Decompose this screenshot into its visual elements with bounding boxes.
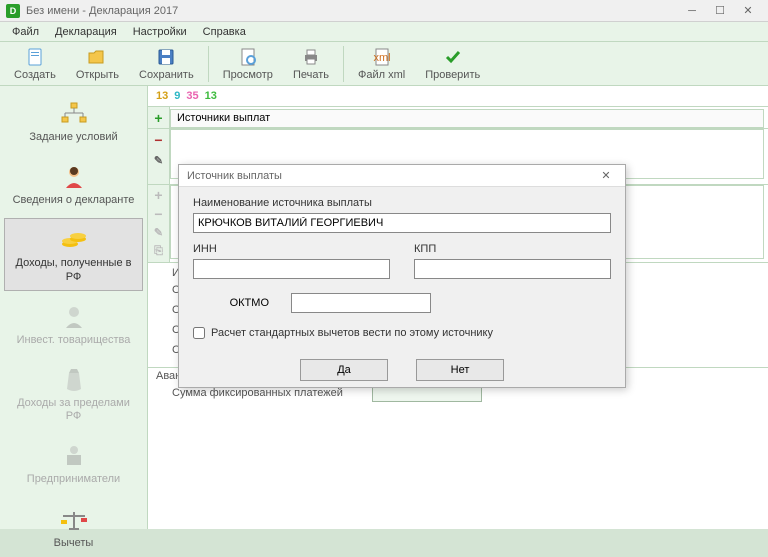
payment-source-dialog: Источник выплаты ✕ Наименование источник…	[178, 164, 626, 388]
sidebar-invest[interactable]: Инвест. товарищества	[4, 295, 143, 354]
window-title: Без имени - Декларация 2017	[26, 5, 678, 17]
menu-settings[interactable]: Настройки	[125, 24, 195, 40]
std-deduction-label: Расчет стандартных вычетов вести по этом…	[211, 327, 493, 339]
sidebar-conditions[interactable]: Задание условий	[4, 92, 143, 151]
xml-file-icon: xml	[371, 46, 393, 68]
toolbar-separator	[208, 46, 209, 82]
rate-35[interactable]: 35	[186, 90, 198, 102]
kpp-input[interactable]	[414, 259, 611, 279]
edit-source-button[interactable]: ✎	[150, 151, 168, 169]
menu-help[interactable]: Справка	[195, 24, 254, 40]
invest-icon	[57, 302, 91, 332]
rate-13b[interactable]: 13	[205, 90, 217, 102]
rate-9[interactable]: 9	[174, 90, 180, 102]
toolbar-create[interactable]: Создать	[4, 44, 66, 83]
source-name-label: Наименование источника выплаты	[193, 197, 611, 209]
new-file-icon	[24, 46, 46, 68]
dialog-yes-button[interactable]: Да	[300, 359, 388, 381]
print-icon	[300, 46, 322, 68]
close-button[interactable]: ✕	[734, 2, 762, 20]
toolbar-separator	[343, 46, 344, 82]
add-source-button[interactable]: +	[150, 109, 168, 126]
toolbar: Создать Открыть Сохранить Просмотр Печат…	[0, 42, 768, 86]
inn-label: ИНН	[193, 243, 390, 255]
app-icon: D	[6, 4, 20, 18]
rate-13[interactable]: 13	[156, 90, 168, 102]
menu-file[interactable]: Файл	[4, 24, 47, 40]
check-icon	[442, 46, 464, 68]
copy-income-button[interactable]: ⎘	[150, 243, 168, 260]
minimize-button[interactable]: ─	[678, 2, 706, 20]
sources-header: Источники выплат	[170, 109, 764, 128]
toolbar-preview[interactable]: Просмотр	[213, 44, 283, 83]
toolbar-filexml[interactable]: xml Файл xml	[348, 44, 415, 83]
inn-input[interactable]	[193, 259, 390, 279]
dialog-no-button[interactable]: Нет	[416, 359, 504, 381]
scales-icon	[57, 505, 91, 535]
kpp-label: КПП	[414, 243, 611, 255]
remove-income-button[interactable]: −	[150, 206, 168, 223]
dialog-title: Источник выплаты	[187, 170, 282, 182]
std-deduction-checkbox[interactable]	[193, 327, 205, 339]
std-deduction-checkbox-row[interactable]: Расчет стандартных вычетов вести по этом…	[193, 327, 611, 339]
edit-income-button[interactable]: ✎	[150, 225, 168, 242]
menu-declaration[interactable]: Декларация	[47, 24, 125, 40]
coins-icon	[57, 225, 91, 255]
folder-open-icon	[86, 46, 108, 68]
oktmo-input[interactable]	[291, 293, 431, 313]
briefcase-person-icon	[57, 441, 91, 471]
moneybag-icon	[57, 365, 91, 395]
toolbar-check[interactable]: Проверить	[415, 44, 490, 83]
add-income-button[interactable]: +	[150, 187, 168, 204]
sidebar-deductions[interactable]: Вычеты	[4, 498, 143, 557]
sidebar-income-rf[interactable]: Доходы, полученные в РФ	[4, 218, 143, 290]
maximize-button[interactable]: ☐	[706, 2, 734, 20]
source-name-input[interactable]	[193, 213, 611, 233]
toolbar-open[interactable]: Открыть	[66, 44, 129, 83]
sidebar-income-abroad[interactable]: Доходы за пределами РФ	[4, 358, 143, 430]
menubar: Файл Декларация Настройки Справка	[0, 22, 768, 42]
sidebar-entrepreneurs[interactable]: Предприниматели	[4, 434, 143, 493]
toolbar-print[interactable]: Печать	[283, 44, 339, 83]
tree-icon	[57, 99, 91, 129]
dialog-titlebar: Источник выплаты ✕	[179, 165, 625, 187]
remove-source-button[interactable]: −	[150, 131, 168, 149]
oktmo-label: ОКТМО	[193, 297, 277, 309]
svg-text:xml: xml	[373, 52, 390, 64]
toolbar-save[interactable]: Сохранить	[129, 44, 204, 83]
titlebar: D Без имени - Декларация 2017 ─ ☐ ✕	[0, 0, 768, 22]
preview-icon	[237, 46, 259, 68]
rate-tabs: 13 9 35 13	[148, 86, 768, 106]
sidebar: Задание условий Сведения о декларанте До…	[0, 86, 148, 529]
dialog-close-button[interactable]: ✕	[595, 169, 617, 182]
save-icon	[155, 46, 177, 68]
person-icon	[57, 162, 91, 192]
sidebar-declarant[interactable]: Сведения о декларанте	[4, 155, 143, 214]
